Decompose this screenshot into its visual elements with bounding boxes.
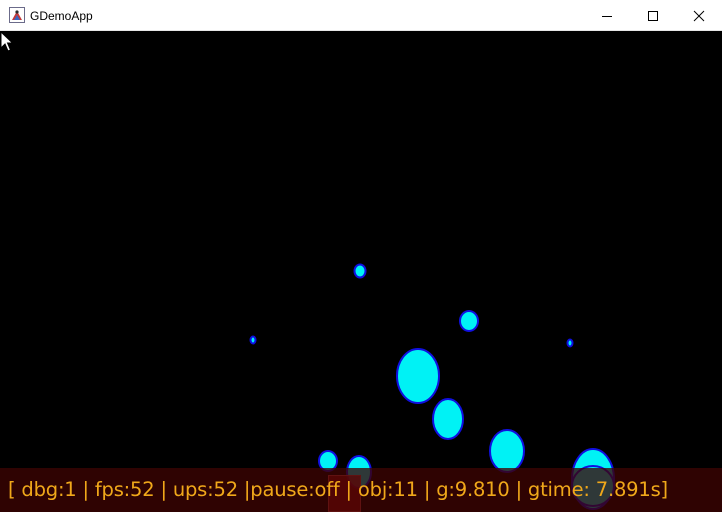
app-window: GDemoApp [dbg:1 | fps:52 | ups:52 |paus…	[0, 0, 722, 512]
ball	[249, 335, 257, 345]
close-icon	[693, 10, 705, 21]
ball	[489, 429, 525, 473]
game-canvas[interactable]: [ dbg:1 | fps:52 | ups:52 |pause:off | o…	[0, 31, 722, 512]
debug-status-bar: [ dbg:1 | fps:52 | ups:52 |pause:off | o…	[0, 468, 722, 512]
ball	[353, 263, 367, 279]
app-icon	[9, 7, 25, 23]
minimize-icon	[602, 15, 612, 17]
ball	[566, 338, 574, 348]
scene-layer	[249, 263, 615, 510]
ball	[396, 348, 440, 404]
title-bar[interactable]: GDemoApp	[0, 0, 722, 31]
window-title: GDemoApp	[30, 9, 93, 23]
debug-status-text: [ dbg:1 | fps:52 | ups:52 |pause:off | o…	[8, 478, 668, 501]
ball	[459, 310, 479, 332]
maximize-icon	[648, 10, 658, 21]
ball	[432, 398, 464, 440]
maximize-button[interactable]	[630, 0, 676, 31]
minimize-button[interactable]	[584, 0, 630, 31]
mouse-cursor-icon	[0, 31, 14, 52]
close-button[interactable]	[676, 0, 722, 31]
